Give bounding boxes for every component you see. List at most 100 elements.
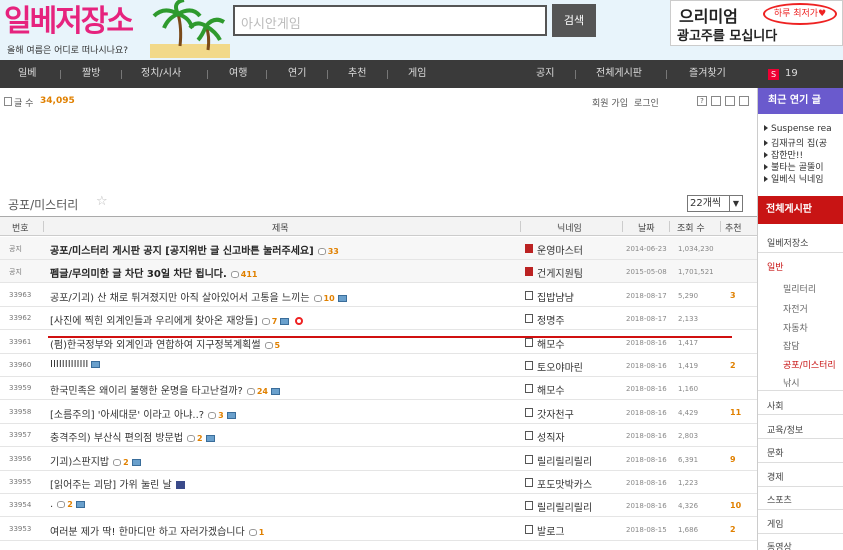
post-title[interactable]: 여러분 제가 딱! 한마디만 하고 자러가겠습니다 1 xyxy=(50,523,264,538)
post-date: 2015-05-08 xyxy=(626,268,667,277)
post-count-label: 글 수 xyxy=(14,99,34,109)
table-row[interactable]: 33960 IIIIIIIIIIIII 토오야마린 2018-08-16 1,419 2 xyxy=(0,354,757,377)
ad-banner[interactable]: 으리미엄 광고주를 모십니다 하루 최저가♥ xyxy=(670,0,843,46)
post-author[interactable]: 정명주 xyxy=(537,312,565,327)
list-view-icon[interactable] xyxy=(711,96,721,106)
table-row[interactable]: 33958 [소름주의] '아세대문' 이라고 아냐..? 3 갓자천구 2018-08… xyxy=(0,401,757,424)
grid-view-icon[interactable] xyxy=(725,96,735,106)
nav-item-notice[interactable]: 공지 xyxy=(536,60,554,88)
nav-item-ilbe[interactable]: 일베 xyxy=(18,60,36,88)
signup-link[interactable]: 회원 가입 xyxy=(592,96,628,109)
user-level-icon xyxy=(525,314,533,324)
nav-item-game[interactable]: 게임 xyxy=(408,60,426,88)
post-title[interactable]: .2 xyxy=(50,499,85,510)
login-link[interactable]: 로그인 xyxy=(634,96,659,109)
all-boards-header[interactable]: 전체게시판 xyxy=(758,196,843,224)
table-row[interactable]: 공지 펨글/무의미한 글 차단 30일 차단 됩니다. 411 건게지원팀 2015-0… xyxy=(0,260,757,284)
nav-item-travel[interactable]: 여행 xyxy=(229,60,247,88)
user-level-icon xyxy=(525,337,533,347)
sidebar-cat-economy[interactable]: 경제 xyxy=(767,470,784,483)
post-title[interactable]: 공포/미스터리 게시판 공지 [공지위반 글 신고바튼 눌러주세요] 33 xyxy=(50,242,339,257)
sidebar-sub-horror[interactable]: 공포/미스터리 xyxy=(783,358,836,371)
sidebar-sub-fishing[interactable]: 낚시 xyxy=(783,376,800,389)
image-icon xyxy=(131,458,141,466)
sidebar-cat-education[interactable]: 교육/정보 xyxy=(767,423,803,436)
post-title[interactable]: 충격주의) 부산식 편의점 방문법 2 xyxy=(50,429,215,444)
sidebar-cat-ilbe-storage[interactable]: 일베저장소 xyxy=(767,236,808,249)
sidebar-cat-video[interactable]: 동영상 xyxy=(767,540,792,550)
popular-posts-header[interactable]: 최근 연기 글 xyxy=(758,88,843,114)
user-level-icon xyxy=(525,384,533,394)
popular-post-item[interactable]: Suspense rea xyxy=(764,124,832,134)
post-author[interactable]: 릴리릴리릴리 xyxy=(537,453,592,468)
post-author[interactable]: 성직자 xyxy=(537,429,565,444)
table-row[interactable]: 33963 공포/기괴) 산 채로 튀겨졌지만 아직 살아있어서 고통을 느끼는 1… xyxy=(0,284,757,307)
nav-separator xyxy=(121,70,122,79)
post-title[interactable]: 공포/기괴) 산 채로 튀겨졌지만 아직 살아있어서 고통을 느끼는 10 xyxy=(50,289,347,304)
table-row[interactable]: 공지 공포/미스터리 게시판 공지 [공지위반 글 신고바튼 눌러주세요] 33 운영… xyxy=(0,237,757,260)
comment-icon xyxy=(230,271,239,279)
notification-badge[interactable]: S xyxy=(768,69,779,80)
post-author[interactable]: 포도맛박카스 xyxy=(537,476,592,491)
search-button[interactable]: 검색 xyxy=(552,4,596,37)
post-author[interactable]: 릴리릴리릴리 xyxy=(537,499,592,514)
post-date: 2018-08-16 xyxy=(626,455,667,464)
nav-item-all-boards[interactable]: 전체게시판 xyxy=(596,60,642,88)
nav-item-recommend[interactable]: 추천 xyxy=(348,60,366,88)
gallery-view-icon[interactable] xyxy=(739,96,749,106)
post-title[interactable]: [사진에 찍힌 외계인들과 우리에게 찾아온 재앙들] 7 xyxy=(50,312,304,327)
post-title[interactable]: [소름주의] '아세대문' 이라고 아냐..? 3 xyxy=(50,406,236,421)
star-icon[interactable]: ☆ xyxy=(96,194,108,209)
sidebar-sub-military[interactable]: 밀리터리 xyxy=(783,282,816,295)
sidebar-sub-chat[interactable]: 잡담 xyxy=(783,339,800,352)
image-icon xyxy=(91,361,101,368)
sidebar-sub-car[interactable]: 자동차 xyxy=(783,321,808,334)
post-title-text: 공포/기괴) 산 채로 튀겨졌지만 아직 살아있어서 고통을 느끼는 xyxy=(50,292,310,304)
post-number: 33960 xyxy=(9,361,32,369)
sidebar-sub-bicycle[interactable]: 자전거 xyxy=(783,302,808,315)
search-input[interactable]: 아시안게임 xyxy=(233,5,547,36)
comment-count: 24 xyxy=(256,387,268,397)
post-author[interactable]: 집밥냠냠 xyxy=(537,289,574,304)
nav-item-politics[interactable]: 정치/시사 xyxy=(141,60,181,88)
post-number: 33955 xyxy=(9,478,32,486)
comment-icon xyxy=(246,388,255,396)
post-author[interactable]: 발로그 xyxy=(537,523,565,538)
per-page-select[interactable]: 22개씩 ▼ xyxy=(687,195,743,212)
table-row[interactable]: 33961 (펌)한국정부와 외계인과 연합하여 지구정복계획썰 5 해모수 2018-… xyxy=(0,331,757,354)
post-date: 2018-08-16 xyxy=(626,479,667,487)
table-row[interactable]: 33959 한국민족은 왜이리 불행한 운명을 타고난걸까? 24 해모수 2018-0… xyxy=(0,377,757,401)
sidebar-cat-sports[interactable]: 스포츠 xyxy=(767,493,792,506)
comment-count: 2 xyxy=(197,434,203,444)
table-row[interactable]: 33954. 2 릴리릴리릴리 2018-08-16 4,326 10 xyxy=(0,494,757,518)
post-title[interactable]: 한국민족은 왜이리 불행한 운명을 타고난걸까? 24 xyxy=(50,382,280,397)
nav-item-jjalbang[interactable]: 짤방 xyxy=(82,60,100,88)
table-row[interactable]: 33957 충격주의) 부산식 편의점 방문법 2 성직자 2018-08-16 2,80… xyxy=(0,424,757,448)
post-title[interactable]: IIIIIIIIIIIII xyxy=(50,359,101,370)
sidebar-cat-general[interactable]: 일반 xyxy=(767,260,784,273)
popular-post-item[interactable]: 일베식 닉네임 xyxy=(764,172,824,185)
nav-item-popular[interactable]: 연기 xyxy=(288,60,306,88)
user-level-icon xyxy=(525,524,533,534)
post-title[interactable]: [읽어주는 괴담] 가위 눌린 날 xyxy=(50,476,185,491)
table-row[interactable]: 33962 [사진에 찍힌 외계인들과 우리에게 찾아온 재앙들] 7 정명주 2018… xyxy=(0,307,757,331)
table-row[interactable]: 33955 [읽어주는 괴담] 가위 눌린 날 포도맛박카스 2018-08-16 1,… xyxy=(0,471,757,494)
table-row[interactable]: 33956 기괴)스판지밥 2 릴리릴리릴리 2018-08-16 6,391 9 xyxy=(0,448,757,471)
sidebar-cat-culture[interactable]: 문화 xyxy=(767,446,784,459)
post-title[interactable]: 펨글/무의미한 글 차단 30일 차단 됩니다. 411 xyxy=(50,265,257,280)
col-views[interactable]: 조회 수 xyxy=(677,221,705,234)
post-author[interactable]: 건게지원팀 xyxy=(537,265,583,280)
post-title[interactable]: 기괴)스판지밥 2 xyxy=(50,453,141,468)
table-row[interactable]: 33953 여러분 제가 딱! 한마디만 하고 자러가겠습니다 1 발로그 2018-0… xyxy=(0,518,757,541)
post-author[interactable]: 운영마스터 xyxy=(537,242,583,257)
sidebar-cat-game[interactable]: 게임 xyxy=(767,517,784,530)
help-button[interactable]: ? xyxy=(697,96,707,106)
post-author[interactable]: 해모수 xyxy=(537,382,565,397)
sidebar-cat-society[interactable]: 사회 xyxy=(767,399,784,412)
nav-item-favorites[interactable]: 즐겨찾기 xyxy=(689,60,726,88)
circle-mark-icon xyxy=(295,317,304,326)
post-date: 2018-08-16 xyxy=(626,432,667,441)
col-rec[interactable]: 추천 xyxy=(725,221,742,234)
post-author[interactable]: 토오야마린 xyxy=(537,359,583,374)
post-author[interactable]: 갓자천구 xyxy=(537,406,574,421)
